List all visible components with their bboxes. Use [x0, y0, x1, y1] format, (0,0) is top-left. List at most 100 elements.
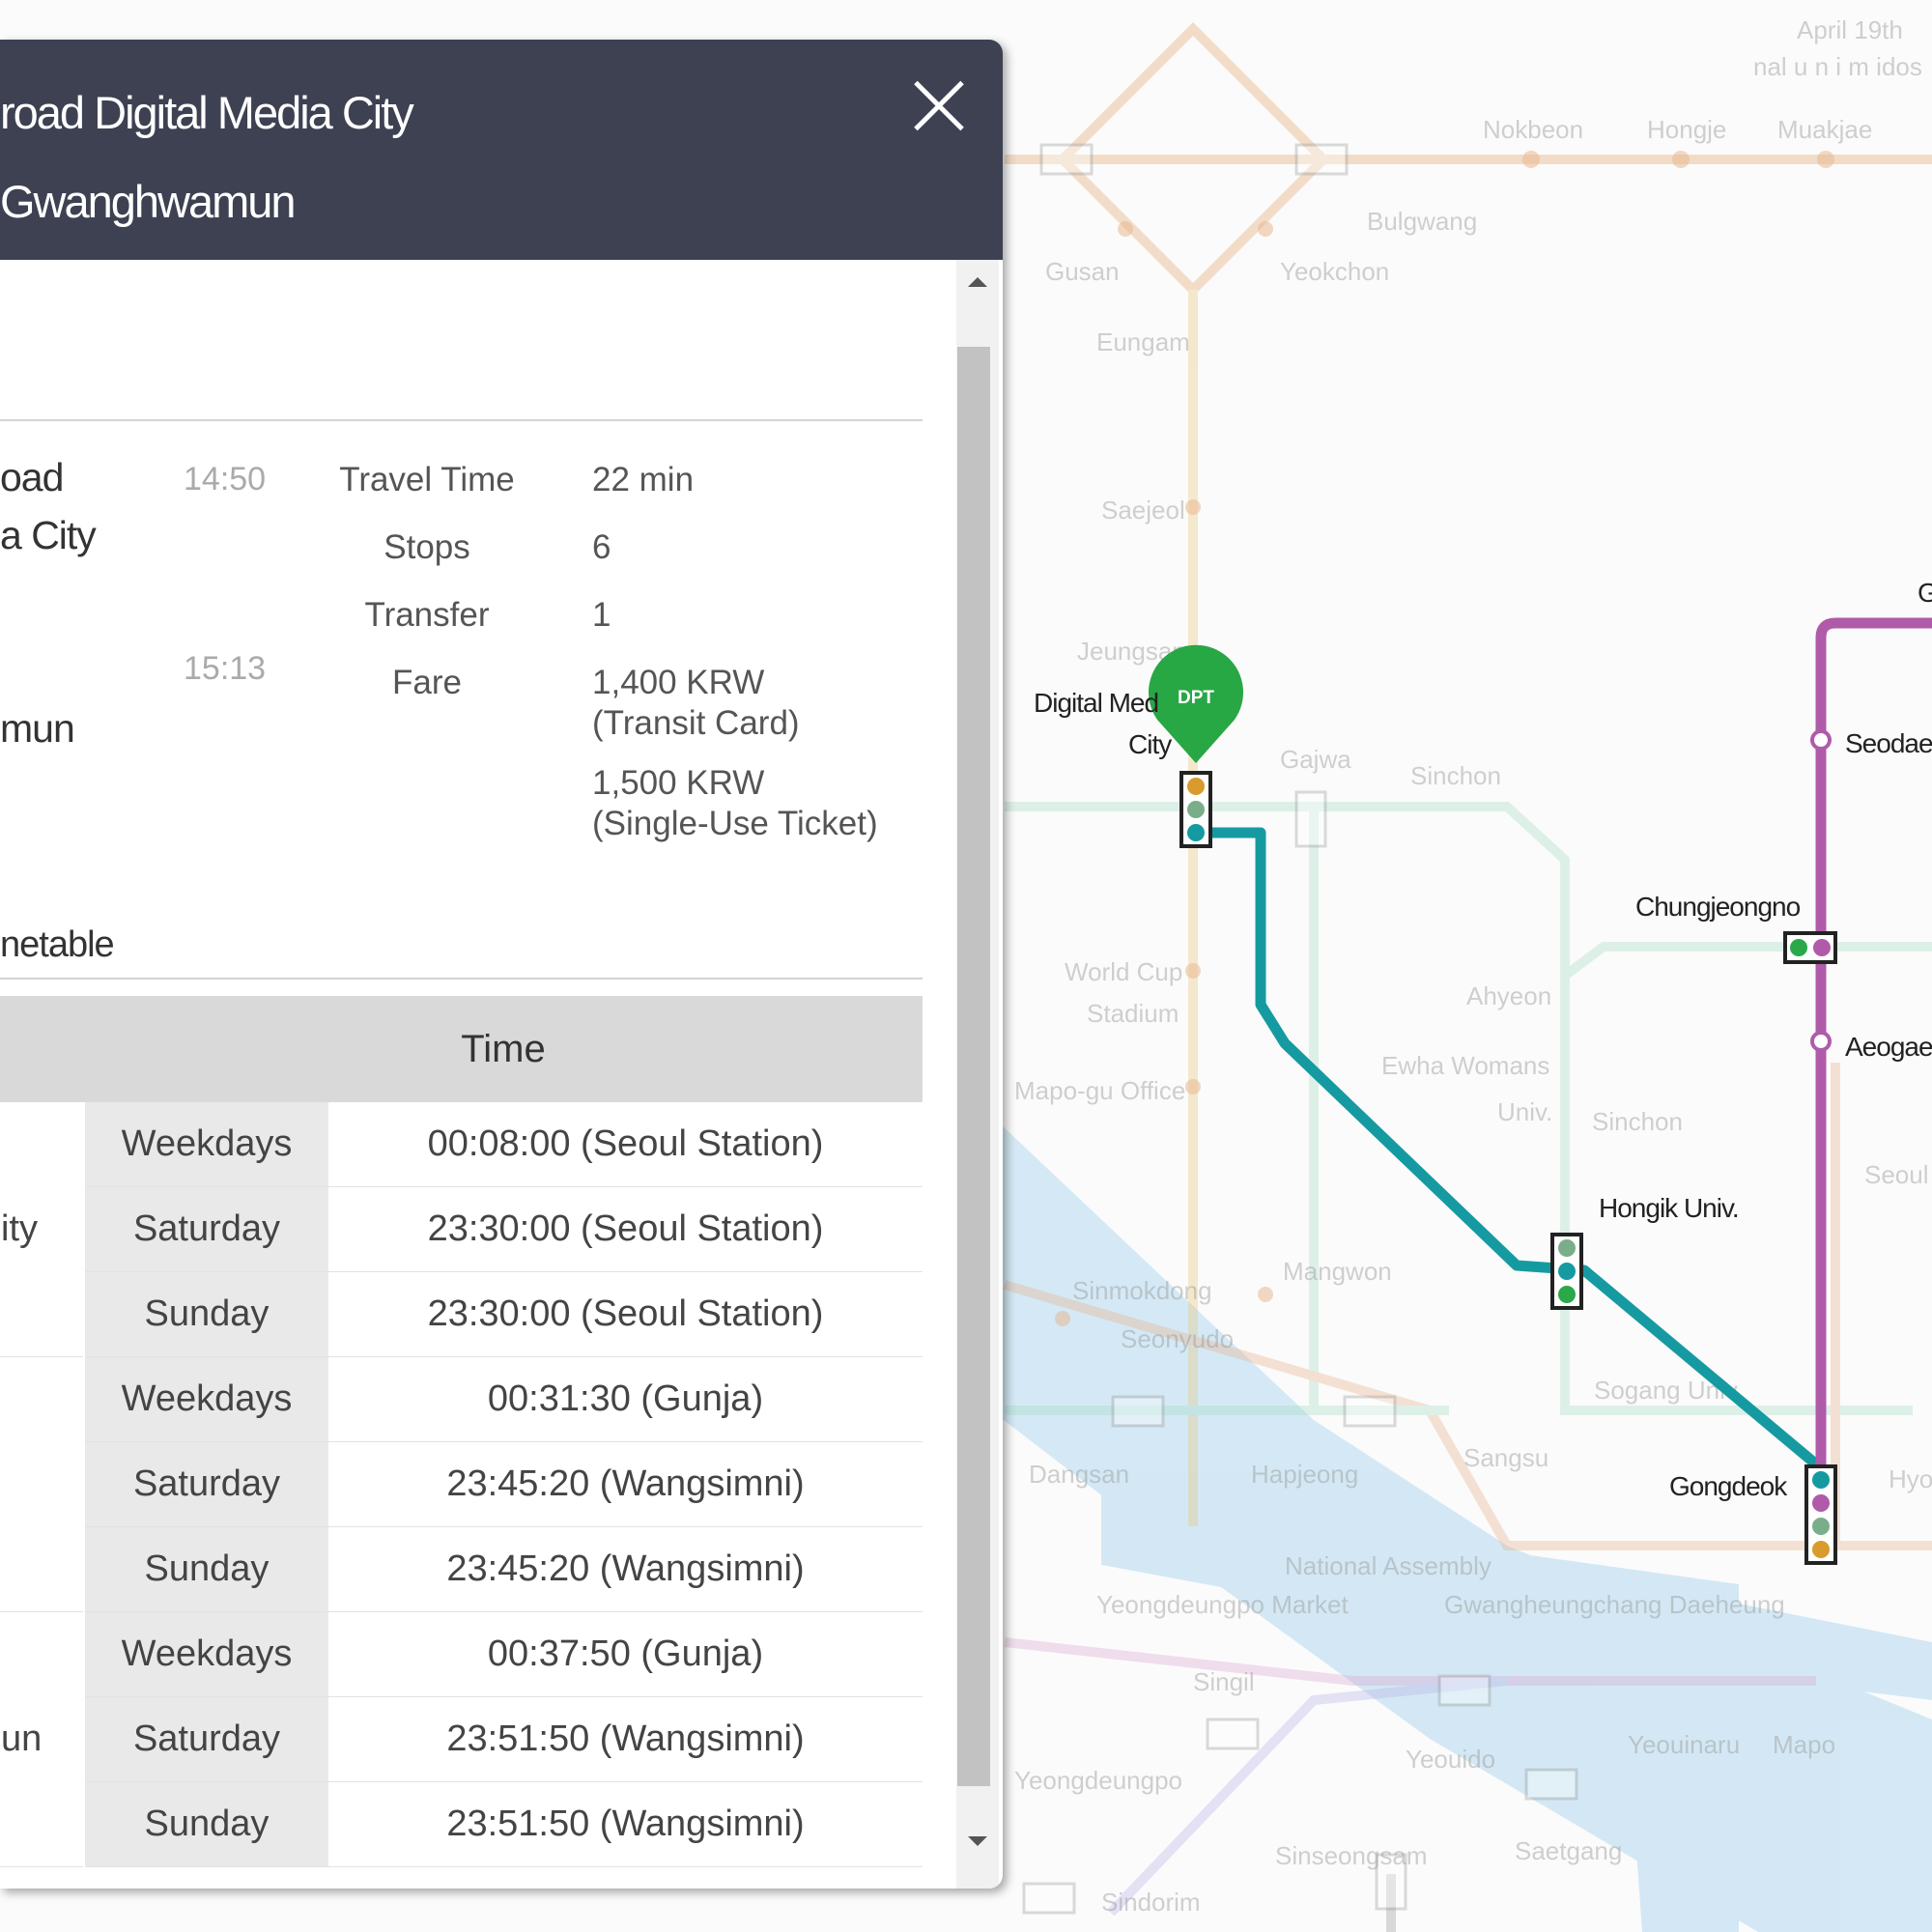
label-yeongdeungpo: Yeongdeungpo: [1014, 1766, 1182, 1795]
row-time: 23:51:50 (Wangsimni): [328, 1696, 923, 1782]
label-univ: Univ.: [1497, 1097, 1552, 1126]
transfer-box-hongik[interactable]: [1550, 1233, 1583, 1310]
label-sinseongsam: Sinseongsam: [1275, 1841, 1428, 1870]
label-ahyeon: Ahyeon: [1466, 981, 1551, 1010]
transfer-box-gongdeok[interactable]: [1804, 1464, 1837, 1565]
row-day: Sunday: [83, 1781, 328, 1867]
label-dangsan: Dangsan: [1029, 1460, 1129, 1489]
fare-transit-note: (Transit Card): [592, 704, 800, 742]
row-day: Weekdays: [83, 1102, 328, 1187]
station-seodaemun: Seodaem: [1845, 728, 1932, 758]
row-time: 23:45:20 (Wangsimni): [328, 1526, 923, 1612]
timetable: Time ity Weekdays 00:08:00 (Seoul Statio…: [0, 996, 923, 1867]
departure-time: 14:50: [184, 461, 267, 497]
row-time: 23:30:00 (Seoul Station): [328, 1186, 923, 1272]
scroll-up-icon[interactable]: [968, 277, 987, 287]
row-day: Weekdays: [83, 1356, 328, 1442]
route-detail-panel: road Digital Media City Gwanghwamun oad …: [0, 40, 1003, 1889]
row-station: ity: [0, 1102, 84, 1357]
stops-label: Stops: [384, 528, 470, 566]
label-sinmokdong: Sinmokdong: [1072, 1276, 1212, 1305]
label-mapo-office: Mapo-gu Office: [1014, 1076, 1185, 1105]
transfer-box-dmc[interactable]: [1179, 771, 1212, 848]
table-row: Sunday 23:30:00 (Seoul Station): [0, 1271, 923, 1357]
table-row: Sunday 23:51:50 (Wangsimni): [0, 1781, 923, 1867]
label-saetgang: Saetgang: [1515, 1836, 1622, 1865]
table-row: un Weekdays 00:37:50 (Gunja): [0, 1611, 923, 1867]
timetable-title: netable: [0, 924, 115, 965]
fare-single-note: (Single-Use Ticket): [592, 805, 878, 842]
header-from-station: road Digital Media City: [0, 87, 414, 138]
label-gajwa: Gajwa: [1280, 745, 1351, 774]
label-april: April 19th: [1797, 15, 1903, 44]
arrival-station: mun: [0, 706, 75, 751]
row-day: Sunday: [83, 1526, 328, 1612]
label-sinchon-a: Sinchon: [1410, 761, 1501, 790]
row-time: 23:51:50 (Wangsimni): [328, 1781, 923, 1867]
label-yeouinaru: Yeouinaru: [1628, 1730, 1740, 1759]
row-time: 00:08:00 (Seoul Station): [328, 1102, 923, 1187]
label-seoul-st: Seoul Sta: [1864, 1160, 1932, 1189]
station-aeogae: Aeogae: [1845, 1032, 1932, 1062]
transfer-box-chungjeongno[interactable]: [1783, 931, 1837, 964]
row-day: Saturday: [83, 1186, 328, 1272]
fare-label: Fare: [392, 664, 462, 701]
row-day: Saturday: [83, 1441, 328, 1527]
label-muakjae: Muakjae: [1777, 115, 1872, 144]
label-hapjeong: Hapjeong: [1251, 1460, 1358, 1489]
label-hyo: Hyo: [1889, 1464, 1932, 1493]
han-river: [966, 1092, 1932, 1932]
row-time: 23:45:20 (Wangsimni): [328, 1441, 923, 1527]
label-yeokchon: Yeokchon: [1280, 257, 1389, 286]
label-mapo: Mapo: [1773, 1730, 1835, 1759]
station-chungjeongno: Chungjeongno: [1635, 892, 1801, 922]
label-sinchon-b: Sinchon: [1592, 1107, 1683, 1136]
station-cut-g: G: [1918, 578, 1932, 608]
fare-transit-value: 1,400 KRW: [592, 664, 765, 701]
label-namsan: nal u n i m idos: [1753, 52, 1922, 81]
table-row: Sunday 23:45:20 (Wangsimni): [0, 1526, 923, 1612]
arrival-time: 15:13: [184, 650, 267, 687]
stops-value: 6: [592, 528, 611, 566]
label-gusan: Gusan: [1045, 257, 1120, 286]
label-worldcup-1: World Cup: [1065, 957, 1182, 986]
divider: [0, 978, 923, 980]
table-row: Weekdays 00:31:30 (Gunja): [0, 1356, 923, 1612]
label-bulgwang: Bulgwang: [1367, 207, 1477, 236]
fare-single-value: 1,500 KRW: [592, 764, 765, 802]
departure-station-line1: oad: [0, 455, 64, 499]
travel-time-label: Travel Time: [339, 461, 515, 498]
table-row: ity Weekdays 00:08:00 (Seoul Station): [0, 1102, 923, 1357]
scrollbar-thumb[interactable]: [957, 347, 990, 1786]
panel-content[interactable]: oad a City 14:50 mun 15:13 Travel Time 2…: [0, 260, 956, 1889]
row-time: 23:30:00 (Seoul Station): [328, 1271, 923, 1357]
label-gwangheung: Gwangheungchang Daeheung: [1444, 1590, 1785, 1619]
label-seonyudo: Seonyudo: [1121, 1324, 1234, 1353]
close-icon[interactable]: [910, 76, 968, 134]
station-dmc-line1: Digital Med: [1034, 688, 1158, 718]
label-saejeol: Saejeol: [1101, 496, 1185, 525]
departure-station-line2: a City: [0, 513, 97, 557]
label-nokbeon: Nokbeon: [1483, 115, 1583, 144]
label-sindorim: Sindorim: [1101, 1888, 1201, 1917]
station-gongdeok: Gongdeok: [1669, 1471, 1788, 1501]
label-worldcup-2: Stadium: [1087, 999, 1179, 1028]
row-day: Saturday: [83, 1696, 328, 1782]
station-hongik: Hongik Univ.: [1599, 1193, 1739, 1223]
row-time: 00:31:30 (Gunja): [328, 1356, 923, 1442]
divider: [0, 419, 923, 421]
scrollbar[interactable]: [956, 260, 999, 1889]
label-mangwon: Mangwon: [1283, 1257, 1392, 1286]
header-to-station: Gwanghwamun: [0, 176, 297, 227]
label-yeongdeungpo-market: Yeongdeungpo Market: [1096, 1590, 1349, 1619]
table-row: Saturday 23:51:50 (Wangsimni): [0, 1696, 923, 1782]
row-station: un: [0, 1611, 84, 1867]
station-dmc-line2: City: [1128, 729, 1172, 759]
row-time: 00:37:50 (Gunja): [328, 1611, 923, 1697]
scroll-down-icon[interactable]: [968, 1836, 987, 1846]
transfer-value: 1: [592, 596, 611, 634]
table-row: Saturday 23:30:00 (Seoul Station): [0, 1186, 923, 1272]
label-sangsu: Sangsu: [1463, 1443, 1548, 1472]
row-station: [0, 1356, 84, 1612]
panel-header: road Digital Media City Gwanghwamun: [0, 40, 1003, 260]
